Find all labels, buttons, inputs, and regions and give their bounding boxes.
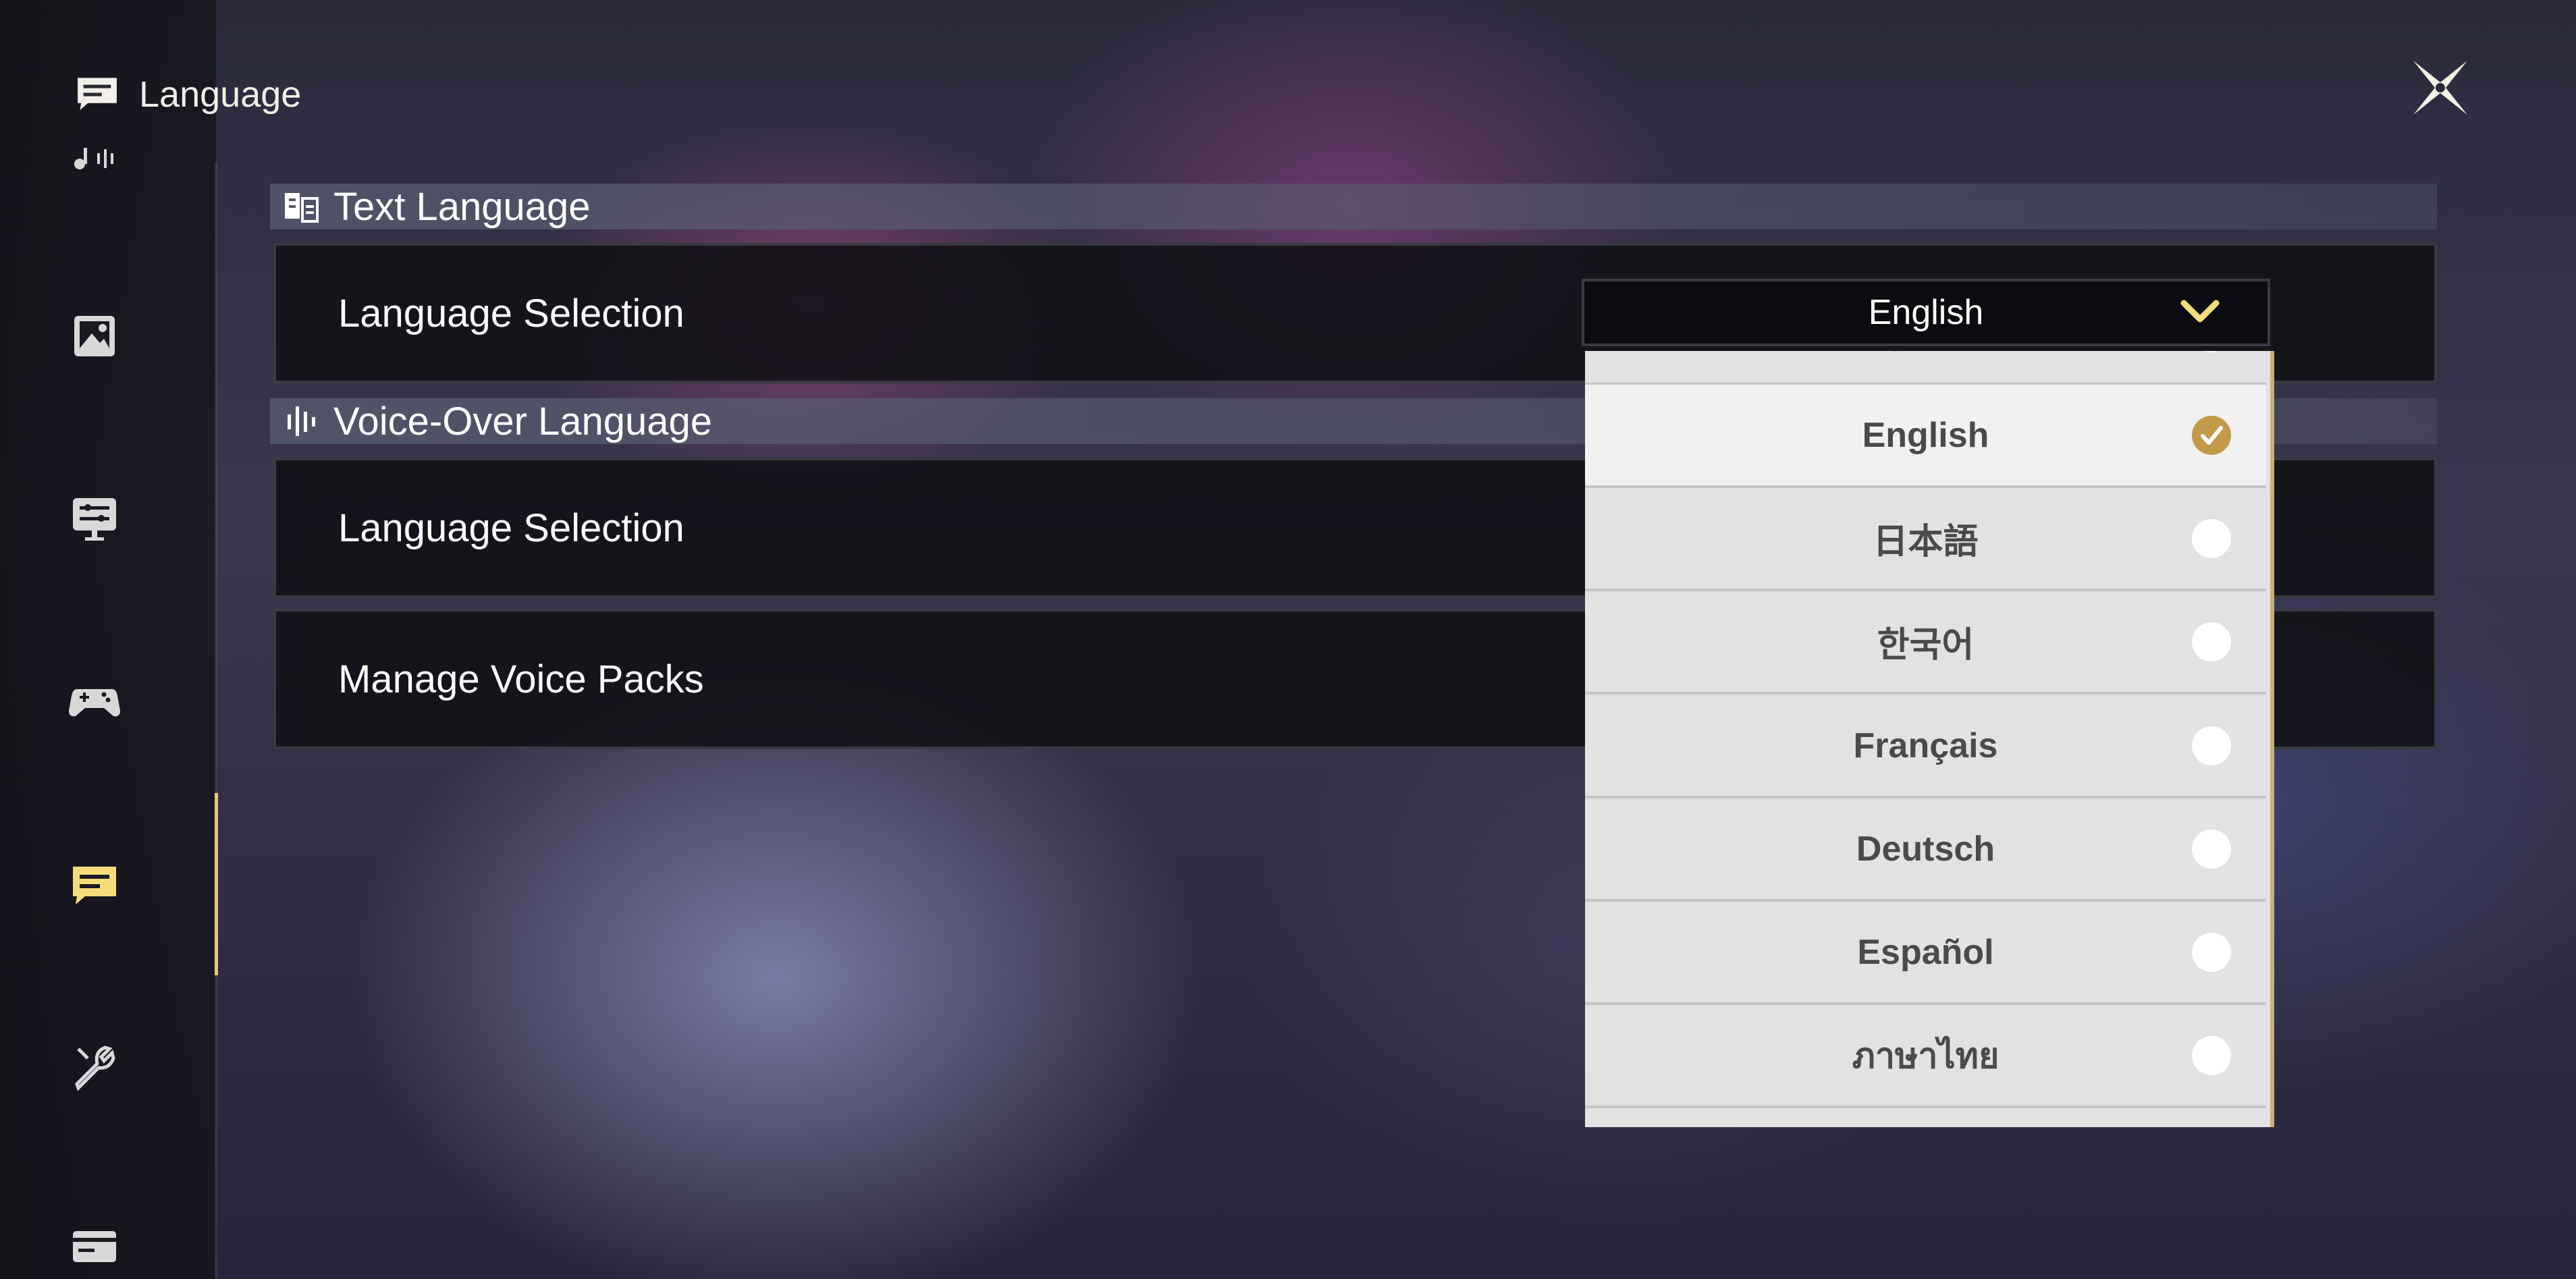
radio-unchecked-icon (2192, 829, 2231, 869)
option-label: 日本語 (1873, 522, 1979, 562)
option-label: Español (1857, 932, 1994, 972)
row-label: Manage Voice Packs (338, 657, 704, 701)
dropdown-option[interactable]: 한국어 (1585, 591, 2266, 695)
page-title: Language (139, 74, 302, 115)
option-label: 한국어 (1877, 626, 1975, 665)
radio-unchecked-icon (2192, 519, 2231, 558)
dropdown-option[interactable]: ภาษาไทย (1585, 1005, 2266, 1108)
dropdown-option[interactable]: Deutsch (1585, 798, 2266, 902)
radio-unchecked-icon (2192, 351, 2231, 352)
section-title: Voice-Over Language (333, 399, 713, 443)
close-button[interactable] (2403, 51, 2477, 125)
radio-unchecked-icon (2192, 726, 2231, 765)
language-dropdown[interactable]: English (1582, 279, 2270, 346)
row-label: Language Selection (338, 291, 685, 335)
option-label: 繁體中文 (1855, 351, 1995, 358)
dropdown-option[interactable]: 繁體中文 (1585, 351, 2266, 385)
page-header: Language (74, 67, 301, 121)
wrench-icon[interactable] (68, 1039, 122, 1093)
chevron-down-icon (2180, 300, 2220, 323)
option-label: Français (1853, 726, 1998, 765)
dropdown-option[interactable]: 日本語 (1585, 488, 2266, 591)
dropdown-option[interactable]: Español (1585, 902, 2266, 1005)
option-label: ภาษาไทย (1852, 1037, 2000, 1076)
radio-checked-icon (2192, 416, 2231, 455)
dropdown-option[interactable]: Français (1585, 695, 2266, 798)
chat-icon[interactable] (68, 859, 122, 913)
dropdown-option[interactable]: English (1585, 385, 2266, 488)
section-title: Text Language (333, 184, 591, 229)
translate-icon (285, 193, 319, 223)
card-icon[interactable] (68, 1222, 122, 1276)
section-text-language: Text Language (270, 184, 2437, 229)
radio-unchecked-icon (2192, 622, 2231, 661)
sidebar-active-indicator (215, 793, 218, 975)
settings-sidebar (0, 0, 218, 1279)
option-label: English (1862, 415, 1989, 455)
dropdown-selected-value: English (1868, 293, 1984, 332)
monitor-settings-icon[interactable] (68, 491, 122, 545)
language-dropdown-list: 繁體中文 English 日本語 한국어 Français Deutsch Es… (1585, 351, 2274, 1127)
close-icon (2413, 61, 2467, 115)
row-label: Language Selection (338, 506, 685, 550)
option-label: Deutsch (1856, 829, 1995, 869)
image-icon[interactable] (68, 309, 122, 363)
gamepad-icon[interactable] (68, 673, 122, 727)
audio-icon[interactable] (68, 142, 122, 175)
radio-unchecked-icon (2192, 933, 2231, 972)
radio-unchecked-icon (2192, 1036, 2231, 1075)
voice-icon (288, 406, 315, 436)
sidebar-divider (215, 162, 217, 1279)
chat-icon (78, 78, 117, 110)
